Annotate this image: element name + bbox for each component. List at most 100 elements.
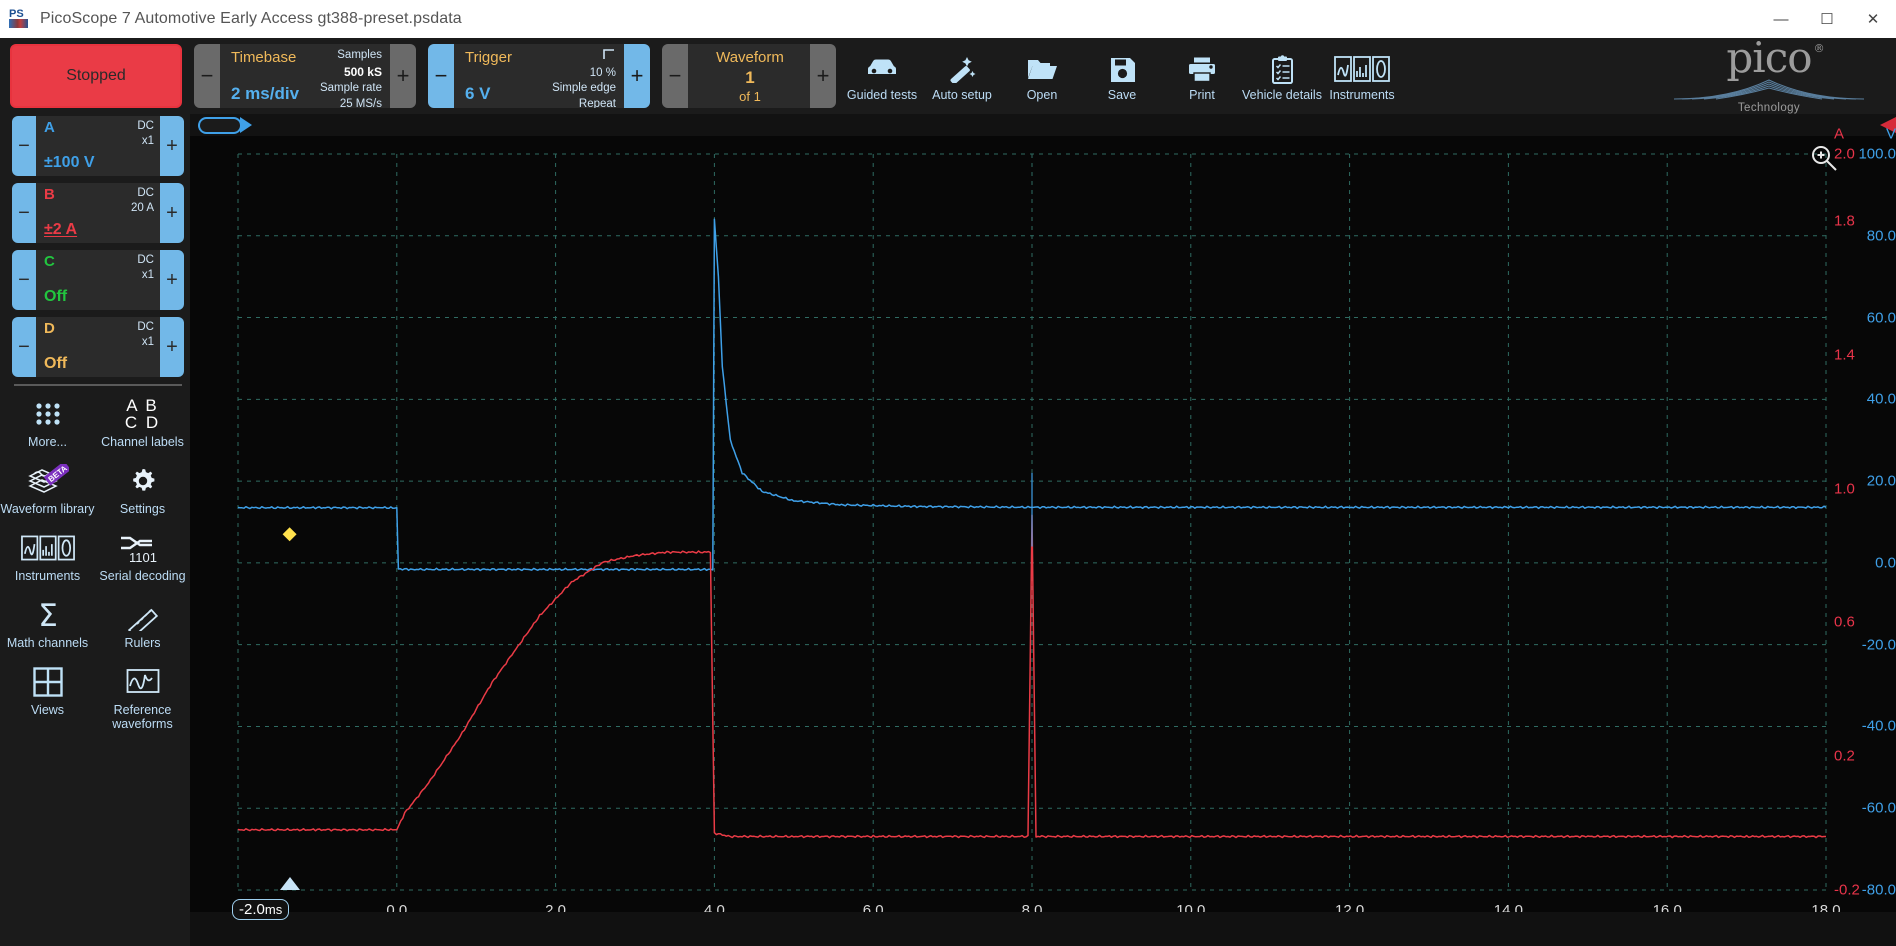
channel-d-decrease-button[interactable]: − <box>12 317 36 377</box>
sidebar-item-reference-waveforms[interactable]: Reference waveforms <box>95 662 190 733</box>
waveform-plot[interactable]: V 100.0 80.0 60.0 40.0 20.0 0.0 -20.0 -40.0 -60.0… <box>190 126 1896 946</box>
timebase-control: − Timebase 2 ms/div Samples 500 kS Sampl… <box>194 44 416 108</box>
vehicle-details-label: Vehicle details <box>1242 88 1322 102</box>
sidebar-label-math-channels: Math channels <box>6 636 89 650</box>
sample-rate-label: Sample rate <box>319 82 382 95</box>
channel-controls: − A ±100 V DC x1 + − B ±2 A DC 20 A + − C Off DC x1 + − D Of… <box>0 116 190 377</box>
instruments-button[interactable]: Instruments <box>1322 38 1402 114</box>
sidebar-label-settings: Settings <box>119 502 166 516</box>
channel-a-range: ±100 V <box>44 154 95 171</box>
channel-c-body[interactable]: C Off DC x1 <box>36 250 160 310</box>
waveform-title: Waveform <box>716 49 784 66</box>
pico-technology-logo: pico ® Technology <box>1664 37 1874 114</box>
title-bar: PS PicoScope 7 Automotive Early Access g… <box>0 0 1896 38</box>
channel-b-increase-button[interactable]: + <box>160 183 184 243</box>
main-body: − A ±100 V DC x1 + − B ±2 A DC 20 A + − C Off DC x1 + − D Of… <box>0 114 1896 946</box>
magnifier-plus-icon[interactable] <box>1810 144 1838 177</box>
open-button[interactable]: Open <box>1002 38 1082 114</box>
sidebar-label-more: More... <box>28 435 67 449</box>
guided-tests-label: Guided tests <box>846 88 918 102</box>
sidebar-item-settings[interactable]: Settings <box>95 461 190 518</box>
y2-axis-tick: -0.2 <box>1834 881 1860 899</box>
sidebar-item-rulers[interactable]: Rulers <box>95 595 190 652</box>
channel-control-b[interactable]: − B ±2 A DC 20 A + <box>12 183 184 243</box>
printer-icon <box>1187 54 1217 84</box>
channel-control-d[interactable]: − D Off DC x1 + <box>12 317 184 377</box>
y2-axis-tick: 1.8 <box>1834 212 1855 230</box>
channel-a-decrease-button[interactable]: − <box>12 116 36 176</box>
sidebar-item-waveform-library[interactable]: BETA Waveform library <box>0 461 95 518</box>
main-toolbar: Stopped − Timebase 2 ms/div Samples 500 … <box>0 37 1896 114</box>
close-button[interactable]: ✕ <box>1850 0 1896 38</box>
scope-view[interactable]: V 100.0 80.0 60.0 40.0 20.0 0.0 -20.0 -40.0 -60.0… <box>190 114 1896 946</box>
auto-setup-label: Auto setup <box>932 88 992 102</box>
picoscope-app-icon: PS <box>8 8 30 30</box>
channel-b-probe: 20 A <box>130 201 154 214</box>
channel-control-a[interactable]: − A ±100 V DC x1 + <box>12 116 184 176</box>
sidebar-item-views[interactable]: Views <box>0 662 95 733</box>
timebase-info: Samples 500 kS Sample rate 25 MS/s <box>320 48 382 108</box>
channel-a-body[interactable]: A ±100 V DC x1 <box>36 116 160 176</box>
sidebar-item-instruments[interactable]: Instruments <box>0 528 95 585</box>
instruments-icon <box>1334 54 1390 84</box>
trigger-decrease-button[interactable]: − <box>428 44 454 108</box>
channel-a-meta: DC x1 <box>137 119 154 149</box>
y-axis-tick: -60.0 <box>1861 799 1896 817</box>
timebase-body[interactable]: Timebase 2 ms/div Samples 500 kS Sample … <box>220 44 390 108</box>
print-button[interactable]: Print <box>1162 38 1242 114</box>
channel-c-probe: x1 <box>141 268 154 281</box>
timebase-increase-button[interactable]: + <box>390 44 416 108</box>
samples-label: Samples <box>337 49 382 61</box>
trigger-body[interactable]: Trigger 6 V 10 % Simple edge Repeat <box>454 44 624 108</box>
trigger-percent: 10 % <box>589 66 616 79</box>
channel-c-increase-button[interactable]: + <box>160 250 184 310</box>
timebase-decrease-button[interactable]: − <box>194 44 220 108</box>
trigger-marker-diamond[interactable] <box>282 527 297 542</box>
wand-icon <box>947 54 977 84</box>
y-axis-unit-label: V <box>1885 125 1896 143</box>
serial-decode-bits: 1101 <box>129 550 157 565</box>
time-origin-triangle-icon[interactable] <box>279 877 300 890</box>
trigger-position-marker[interactable] <box>198 117 242 134</box>
channel-d-body[interactable]: D Off DC x1 <box>36 317 160 377</box>
sidebar-item-more[interactable]: More... <box>0 394 95 451</box>
sidebar-item-channel-labels[interactable]: A BC D Channel labels <box>95 394 190 451</box>
auto-setup-button[interactable]: Auto setup <box>922 38 1002 114</box>
serial-decode-icon: 1101 <box>118 530 168 566</box>
clipboard-icon <box>1270 54 1295 84</box>
sidebar-label-waveform-library: Waveform library <box>0 502 95 516</box>
trigger-mode: Simple edge <box>552 82 616 95</box>
gear-icon <box>128 463 158 499</box>
channel-b-body[interactable]: B ±2 A DC 20 A <box>36 183 160 243</box>
sidebar-item-serial-decoding[interactable]: 1101 Serial decoding <box>95 528 190 585</box>
trigger-bar <box>190 114 1896 136</box>
channel-d-probe: x1 <box>141 335 154 348</box>
y-axis-tick: -80.0 <box>1861 881 1896 899</box>
channel-a-probe: x1 <box>141 134 154 147</box>
y2-axis-tick: 1.4 <box>1834 346 1855 364</box>
guided-tests-button[interactable]: Guided tests <box>842 38 922 114</box>
y2-axis-tick: 1.0 <box>1834 480 1855 498</box>
waveform-next-button[interactable]: + <box>810 44 836 108</box>
channel-d-range: Off <box>44 355 68 372</box>
waveform-body[interactable]: Waveform 1 of 1 <box>688 44 810 108</box>
channel-a-increase-button[interactable]: + <box>160 116 184 176</box>
y-axis-tick: 60.0 <box>1866 309 1896 327</box>
channel-b-decrease-button[interactable]: − <box>12 183 36 243</box>
layers-icon: BETA <box>27 463 69 499</box>
waveform-previous-button[interactable]: − <box>662 44 688 108</box>
trigger-increase-button[interactable]: + <box>624 44 650 108</box>
vehicle-details-button[interactable]: Vehicle details <box>1242 38 1322 114</box>
channel-d-increase-button[interactable]: + <box>160 317 184 377</box>
y-axis-tick: 80.0 <box>1866 227 1896 245</box>
run-stop-button[interactable]: Stopped <box>10 44 182 108</box>
save-button[interactable]: Save <box>1082 38 1162 114</box>
sidebar-item-math-channels[interactable]: Σ Math channels <box>0 595 95 652</box>
sidebar-label-instruments: Instruments <box>14 569 81 583</box>
instruments-label: Instruments <box>1329 88 1395 102</box>
time-origin-label[interactable]: -2.0ms <box>232 899 290 920</box>
channel-b-meta: DC 20 A <box>131 186 154 216</box>
channel-control-c[interactable]: − C Off DC x1 + <box>12 250 184 310</box>
sample-rate-value: 25 MS/s <box>339 97 382 108</box>
channel-c-decrease-button[interactable]: − <box>12 250 36 310</box>
